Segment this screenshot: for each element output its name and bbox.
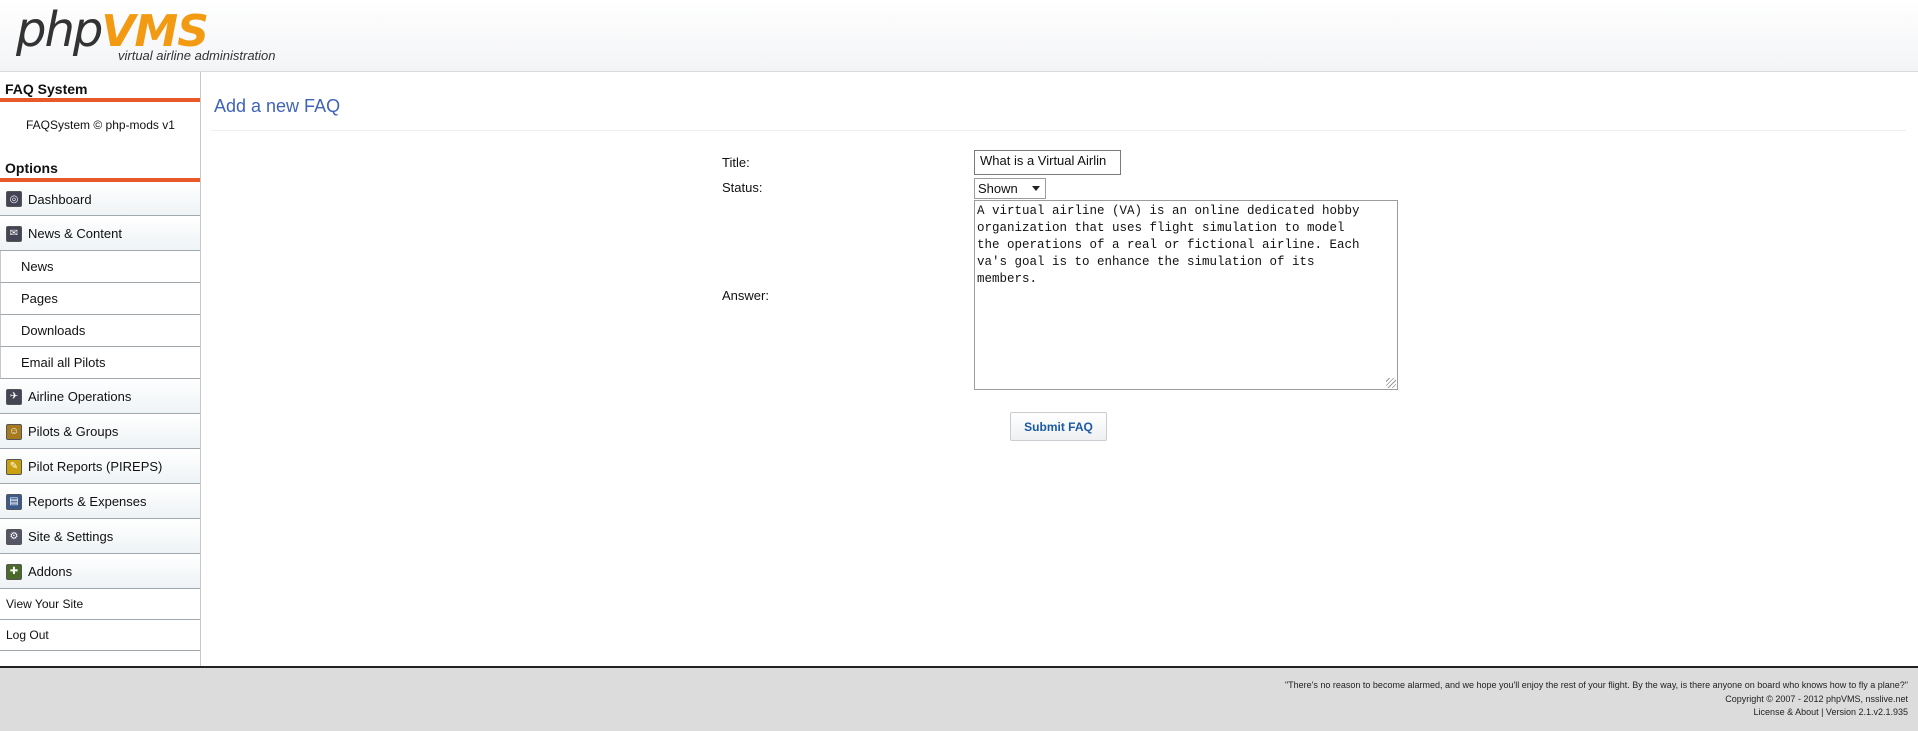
sidebar-item-label: News (21, 259, 54, 274)
sidebar-item-downloads[interactable]: Downloads (0, 315, 200, 347)
sidebar-item-label: Pilot Reports (PIREPS) (28, 459, 163, 474)
footer-copyright[interactable]: Copyright © 2007 - 2012 phpVMS, nsslive.… (1725, 694, 1908, 704)
news-icon: ✉ (6, 225, 22, 242)
pilots-icon: ☺ (6, 423, 22, 440)
sidebar-section-title: FAQ System (0, 72, 200, 102)
sidebar-item-label: Log Out (6, 628, 49, 642)
sidebar-item-reports-expenses[interactable]: ▤ Reports & Expenses (0, 484, 200, 519)
sidebar-item-label: News & Content (28, 226, 122, 241)
resize-grip-icon[interactable] (1386, 378, 1396, 388)
title-divider (211, 130, 1906, 131)
sidebar-credit: FAQSystem © php-mods v1 (26, 118, 175, 132)
sidebar-item-label: Downloads (21, 323, 86, 338)
chevron-down-icon (1032, 186, 1040, 191)
sidebar-item-label: Pilots & Groups (28, 424, 119, 439)
sidebar-item-pireps[interactable]: ✎ Pilot Reports (PIREPS) (0, 449, 200, 484)
sidebar-item-airline-operations[interactable]: ✈ Airline Operations (0, 379, 200, 414)
sidebar-item-pages[interactable]: Pages (0, 283, 200, 315)
footer-quote: "There's no reason to become alarmed, an… (1284, 680, 1908, 690)
sidebar-options-title: Options (0, 152, 200, 182)
sidebar-item-label: Dashboard (28, 191, 92, 207)
logo-subtitle: virtual airline administration (118, 48, 276, 63)
logo-php: php (16, 2, 103, 58)
footer: "There's no reason to become alarmed, an… (0, 666, 1918, 731)
sidebar-item-label: Reports & Expenses (28, 494, 147, 509)
sidebar-item-label: View Your Site (6, 597, 84, 611)
dashboard-icon: ◎ (6, 191, 22, 207)
sidebar-item-label: Site & Settings (28, 529, 114, 544)
sidebar-item-news[interactable]: News (0, 251, 200, 283)
sidebar-item-label: Pages (21, 291, 58, 306)
airline-icon: ✈ (6, 388, 22, 405)
status-selected-value: Shown (978, 181, 1018, 196)
sidebar-item-addons[interactable]: ✚ Addons (0, 554, 200, 589)
sidebar-item-site-settings[interactable]: ⚙ Site & Settings (0, 519, 200, 554)
sidebar: FAQ System FAQSystem © php-mods v1 Optio… (0, 72, 201, 666)
submit-faq-button[interactable]: Submit FAQ (1010, 412, 1107, 441)
footer-license[interactable]: License & About | Version 2.1.v2.1.935 (1754, 707, 1908, 717)
sidebar-item-label: Airline Operations (28, 389, 132, 404)
answer-textarea[interactable]: A virtual airline (VA) is an online dedi… (974, 200, 1398, 390)
sidebar-item-log-out[interactable]: Log Out (0, 620, 200, 651)
sidebar-item-dashboard[interactable]: ◎ Dashboard (0, 182, 200, 216)
page-title: Add a new FAQ (214, 96, 341, 116)
status-select[interactable]: Shown (974, 178, 1046, 199)
sidebar-item-news-content[interactable]: ✉ News & Content (0, 216, 200, 251)
sidebar-item-view-site[interactable]: View Your Site (0, 589, 200, 620)
title-input[interactable]: What is a Virtual Airlin (974, 150, 1121, 175)
sidebar-item-label: Addons (28, 564, 73, 579)
main-content: Add a new FAQ Title: What is a Virtual A… (201, 72, 1918, 666)
pireps-icon: ✎ (6, 458, 22, 475)
settings-icon: ⚙ (6, 528, 22, 545)
status-label: Status: (722, 180, 763, 195)
title-label: Title: (722, 155, 750, 170)
answer-label: Answer: (722, 288, 769, 303)
sidebar-item-email-pilots[interactable]: Email all Pilots (0, 347, 200, 379)
reports-icon: ▤ (6, 493, 22, 510)
sidebar-item-label: Email all Pilots (21, 355, 106, 370)
header: phpVMS virtual airline administration (0, 0, 1918, 72)
addons-icon: ✚ (6, 563, 22, 580)
sidebar-item-pilots-groups[interactable]: ☺ Pilots & Groups (0, 414, 200, 449)
